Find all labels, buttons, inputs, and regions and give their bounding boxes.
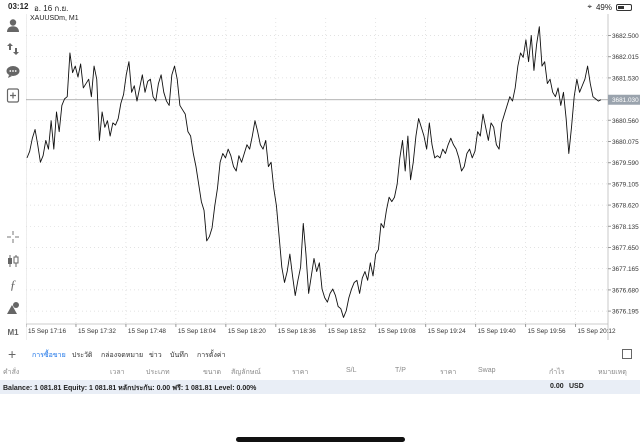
price-label: 3679.590 xyxy=(612,160,639,167)
balance-text: Balance: 1 081.81 Equity: 1 081.81 หลักป… xyxy=(3,385,257,392)
trade-icon[interactable] xyxy=(5,41,21,57)
price-label: 3677.650 xyxy=(612,245,639,252)
balance-row: Balance: 1 081.81 Equity: 1 081.81 หลักป… xyxy=(0,380,640,394)
home-indicator xyxy=(236,437,405,442)
candles-icon[interactable] xyxy=(5,253,21,269)
battery-icon xyxy=(616,3,632,11)
tab-history[interactable]: ประวัติ xyxy=(72,350,92,361)
time-label: 15 Sep 17:48 xyxy=(128,328,166,335)
add-chart-icon[interactable] xyxy=(5,87,21,103)
col-volume: ขนาด xyxy=(203,369,222,376)
price-label: 3680.560 xyxy=(612,118,639,125)
price-label: 3678.135 xyxy=(612,224,639,231)
col-symbol: สัญลักษณ์ xyxy=(231,369,261,376)
total-profit: 0.00 xyxy=(550,383,564,390)
tab-mailbox[interactable]: กล่องจดหมาย xyxy=(101,350,143,361)
time-label: 15 Sep 18:04 xyxy=(178,328,216,335)
price-label: 3679.105 xyxy=(612,181,639,188)
time-label: 15 Sep 17:32 xyxy=(78,328,116,335)
crosshair-icon[interactable] xyxy=(5,229,21,245)
time-label: 15 Sep 19:24 xyxy=(428,328,466,335)
add-button[interactable]: + xyxy=(8,346,16,362)
tab-trade[interactable]: การซื้อขาย xyxy=(32,350,66,361)
chat-icon[interactable] xyxy=(5,64,21,80)
time-label: 15 Sep 18:20 xyxy=(228,328,266,335)
timeframe-label[interactable]: M1 xyxy=(5,324,21,340)
shapes-icon[interactable] xyxy=(5,300,21,316)
current-price-label: 3681.030 xyxy=(612,97,639,104)
currency: USD xyxy=(569,383,584,390)
price-label: 3682.500 xyxy=(612,33,639,40)
price-label: 3681.530 xyxy=(612,75,639,82)
price-label: 3682.015 xyxy=(612,54,639,61)
battery-level xyxy=(618,5,625,9)
price-label: 3676.680 xyxy=(612,287,639,294)
time-label: 15 Sep 18:36 xyxy=(278,328,316,335)
time-label: 15 Sep 18:52 xyxy=(328,328,366,335)
col-current-price: ราคา xyxy=(440,369,457,376)
tab-settings[interactable]: การตั้งค่า xyxy=(197,350,226,361)
wifi-icon: ⌖ xyxy=(587,2,592,11)
person-icon[interactable] xyxy=(5,17,21,33)
col-price: ราคา xyxy=(292,369,309,376)
trade-table-header: คำสั่ง เวลา ประเภท ขนาด สัญลักษณ์ ราคา S… xyxy=(0,366,640,378)
price-label: 3676.195 xyxy=(612,309,639,316)
time-label: 15 Sep 19:40 xyxy=(478,328,516,335)
price-label: 3678.620 xyxy=(612,203,639,210)
col-order: คำสั่ง xyxy=(3,369,20,376)
status-right: ⌖ 49% xyxy=(587,2,632,12)
status-bar: 03:12 อ. 16 ก.ย. ⌖ 49% xyxy=(0,0,640,14)
col-swap: Swap xyxy=(478,367,496,374)
col-tp: T/P xyxy=(395,367,406,374)
battery-percent: 49% xyxy=(595,2,612,12)
col-time: เวลา xyxy=(110,369,125,376)
time-label: 15 Sep 19:56 xyxy=(528,328,566,335)
chart-canvas[interactable]: 3682.500 3682.015 3681.530 3681.030 3680.560… xyxy=(25,14,640,340)
time-label: 15 Sep 19:08 xyxy=(378,328,416,335)
col-sl: S/L xyxy=(346,367,357,374)
toolbox-tabs: + การซื้อขาย ประวัติ กล่องจดหมาย ข่าว บั… xyxy=(0,345,640,365)
price-label: 3680.075 xyxy=(612,139,639,146)
col-comment: หมายเหตุ xyxy=(598,369,627,376)
price-label: 3677.165 xyxy=(612,266,639,273)
split-view-icon[interactable] xyxy=(622,349,632,359)
time-label: 15 Sep 20:12 xyxy=(578,328,616,335)
time-label: 15 Sep 17:16 xyxy=(28,328,66,335)
tab-news[interactable]: ข่าว xyxy=(149,350,162,361)
chart-sidebar: ƒ M1 xyxy=(0,14,26,340)
status-time: 03:12 xyxy=(8,2,29,11)
col-type: ประเภท xyxy=(146,369,170,376)
tab-journal[interactable]: บันทึก xyxy=(170,350,188,361)
col-profit: กำไร xyxy=(549,369,565,376)
symbol-label: XAUUSDm, M1 xyxy=(30,15,79,22)
price-chart[interactable]: 3682.500 3682.015 3681.530 3681.030 3680.560… xyxy=(25,14,640,340)
function-icon[interactable]: ƒ xyxy=(5,277,21,293)
